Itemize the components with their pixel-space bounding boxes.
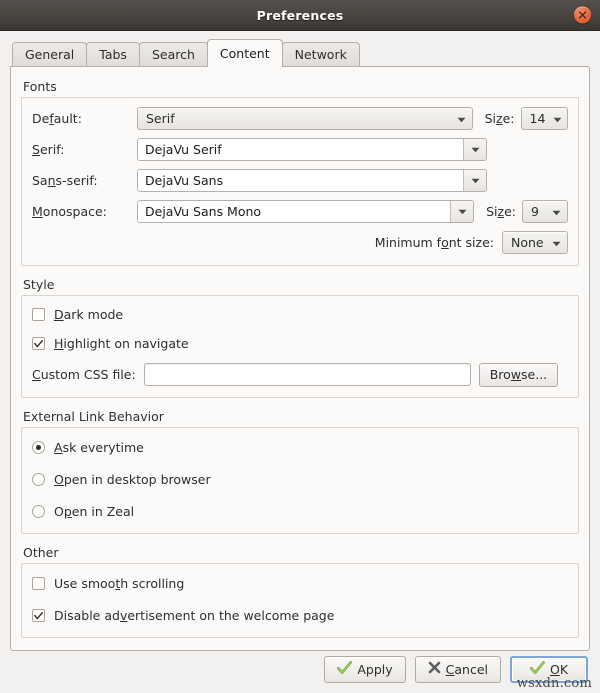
chevron-down-icon[interactable] xyxy=(463,139,486,160)
radio-ask-everytime[interactable] xyxy=(32,441,45,454)
default-font-combo[interactable]: Serif xyxy=(137,107,473,130)
default-font-row: Default: Serif Size: 14 xyxy=(32,106,568,131)
fonts-group: Fonts Default: Serif Size: 14 xyxy=(21,79,579,266)
chevron-down-icon[interactable] xyxy=(450,201,473,222)
dark-mode-checkbox-row[interactable]: Dark mode xyxy=(32,304,568,325)
radio-open-in-zeal[interactable] xyxy=(32,505,45,518)
style-group-frame: Dark mode Highlight on navigate Custom C… xyxy=(21,295,579,398)
serif-font-combo[interactable]: DejaVu Serif xyxy=(137,138,487,161)
custom-css-row: Custom CSS file: Browse... xyxy=(32,362,568,387)
monospace-font-row: Monospace: DejaVu Sans Mono Size: 9 xyxy=(32,199,568,224)
tab-label: Content xyxy=(220,46,270,61)
cross-icon xyxy=(428,661,441,677)
titlebar: Preferences xyxy=(0,0,600,31)
content-tab-panel: Fonts Default: Serif Size: 14 xyxy=(10,66,590,651)
tab-network[interactable]: Network xyxy=(282,42,360,66)
highlight-on-navigate-checkbox[interactable] xyxy=(32,337,45,350)
radio-open-in-desktop-browser[interactable] xyxy=(32,473,45,486)
minimum-font-size-row: Minimum font size: None xyxy=(32,230,568,255)
smooth-scrolling-checkbox[interactable] xyxy=(32,577,45,590)
default-size-value: 14 xyxy=(530,111,546,126)
external-link-group-title: External Link Behavior xyxy=(21,409,579,427)
chevron-down-icon xyxy=(552,235,561,250)
tab-general[interactable]: General xyxy=(12,42,87,66)
style-group-title: Style xyxy=(21,277,579,295)
preferences-window: Preferences General Tabs Search Content … xyxy=(0,0,600,693)
sans-serif-font-value: DejaVu Sans xyxy=(138,170,463,191)
chevron-down-icon xyxy=(457,111,466,126)
radio-open-in-zeal-row[interactable]: Open in Zeal xyxy=(32,501,568,522)
window-title: Preferences xyxy=(257,8,344,23)
apply-button-label: Apply xyxy=(357,662,392,677)
fonts-group-title: Fonts xyxy=(21,79,579,97)
cancel-button-label: Cancel xyxy=(446,662,488,677)
apply-button[interactable]: Apply xyxy=(324,656,405,683)
monospace-size-value: 9 xyxy=(531,204,539,219)
serif-font-row: Serif: DejaVu Serif xyxy=(32,137,568,162)
disable-advertisement-checkbox-row[interactable]: Disable advertisement on the welcome pag… xyxy=(32,605,568,626)
fonts-group-frame: Default: Serif Size: 14 xyxy=(21,97,579,266)
smooth-scrolling-checkbox-row[interactable]: Use smooth scrolling xyxy=(32,573,568,594)
disable-advertisement-checkbox[interactable] xyxy=(32,609,45,622)
external-link-group-frame: Ask everytime Open in desktop browser Op… xyxy=(21,427,579,534)
minimum-font-size-value: None xyxy=(511,235,544,250)
monospace-font-combo[interactable]: DejaVu Sans Mono xyxy=(137,200,474,223)
highlight-on-navigate-label: Highlight on navigate xyxy=(54,336,189,351)
serif-font-value: DejaVu Serif xyxy=(138,139,463,160)
cancel-button[interactable]: Cancel xyxy=(415,656,501,683)
other-group-title: Other xyxy=(21,545,579,563)
tab-bar: General Tabs Search Content Network xyxy=(12,40,600,66)
check-icon xyxy=(530,661,545,678)
ok-button-label: OK xyxy=(550,662,568,677)
minimum-font-size-combo[interactable]: None xyxy=(502,231,568,254)
disable-advertisement-label: Disable advertisement on the welcome pag… xyxy=(54,608,334,623)
dark-mode-label: Dark mode xyxy=(54,307,123,322)
radio-ask-everytime-row[interactable]: Ask everytime xyxy=(32,437,568,458)
sans-serif-font-row: Sans-serif: DejaVu Sans xyxy=(32,168,568,193)
check-icon xyxy=(337,661,352,678)
tab-label: Network xyxy=(295,47,347,62)
style-group: Style Dark mode Highlight on navigate Cu… xyxy=(21,277,579,398)
monospace-size-combo[interactable]: 9 xyxy=(522,200,568,223)
tab-label: Tabs xyxy=(99,47,127,62)
radio-open-in-desktop-browser-row[interactable]: Open in desktop browser xyxy=(32,469,568,490)
other-group-frame: Use smooth scrolling Disable advertiseme… xyxy=(21,563,579,638)
smooth-scrolling-label: Use smooth scrolling xyxy=(54,576,184,591)
ok-button[interactable]: OK xyxy=(510,656,588,683)
custom-css-label: Custom CSS file: xyxy=(32,367,136,382)
other-group: Other Use smooth scrolling Disable adver… xyxy=(21,545,579,638)
external-link-group: External Link Behavior Ask everytime Ope… xyxy=(21,409,579,534)
radio-open-in-zeal-label: Open in Zeal xyxy=(54,504,134,519)
dark-mode-checkbox[interactable] xyxy=(32,308,45,321)
monospace-size-label: Size: xyxy=(486,204,516,219)
browse-button-label: Browse... xyxy=(490,367,547,382)
sans-serif-font-label: Sans-serif: xyxy=(32,173,137,188)
tab-content[interactable]: Content xyxy=(207,39,283,66)
minimum-font-size-label: Minimum font size: xyxy=(375,235,494,250)
serif-font-label: Serif: xyxy=(32,142,137,157)
radio-ask-everytime-label: Ask everytime xyxy=(54,440,144,455)
tab-label: General xyxy=(25,47,74,62)
chevron-down-icon xyxy=(553,111,562,126)
default-font-value: Serif xyxy=(146,111,457,126)
default-font-label: Default: xyxy=(32,111,137,126)
dialog-button-bar: Apply Cancel OK xyxy=(0,645,600,693)
tab-tabs[interactable]: Tabs xyxy=(86,42,140,66)
default-size-label: Size: xyxy=(485,111,515,126)
highlight-on-navigate-checkbox-row[interactable]: Highlight on navigate xyxy=(32,333,568,354)
chevron-down-icon xyxy=(552,204,561,219)
tab-search[interactable]: Search xyxy=(139,42,208,66)
browse-button[interactable]: Browse... xyxy=(479,363,558,387)
monospace-font-label: Monospace: xyxy=(32,204,137,219)
chevron-down-icon[interactable] xyxy=(463,170,486,191)
radio-open-in-desktop-browser-label: Open in desktop browser xyxy=(54,472,211,487)
monospace-font-value: DejaVu Sans Mono xyxy=(138,201,450,222)
tab-label: Search xyxy=(152,47,195,62)
default-size-combo[interactable]: 14 xyxy=(521,107,568,130)
custom-css-input[interactable] xyxy=(144,363,471,386)
close-icon[interactable] xyxy=(574,7,591,24)
sans-serif-font-combo[interactable]: DejaVu Sans xyxy=(137,169,487,192)
